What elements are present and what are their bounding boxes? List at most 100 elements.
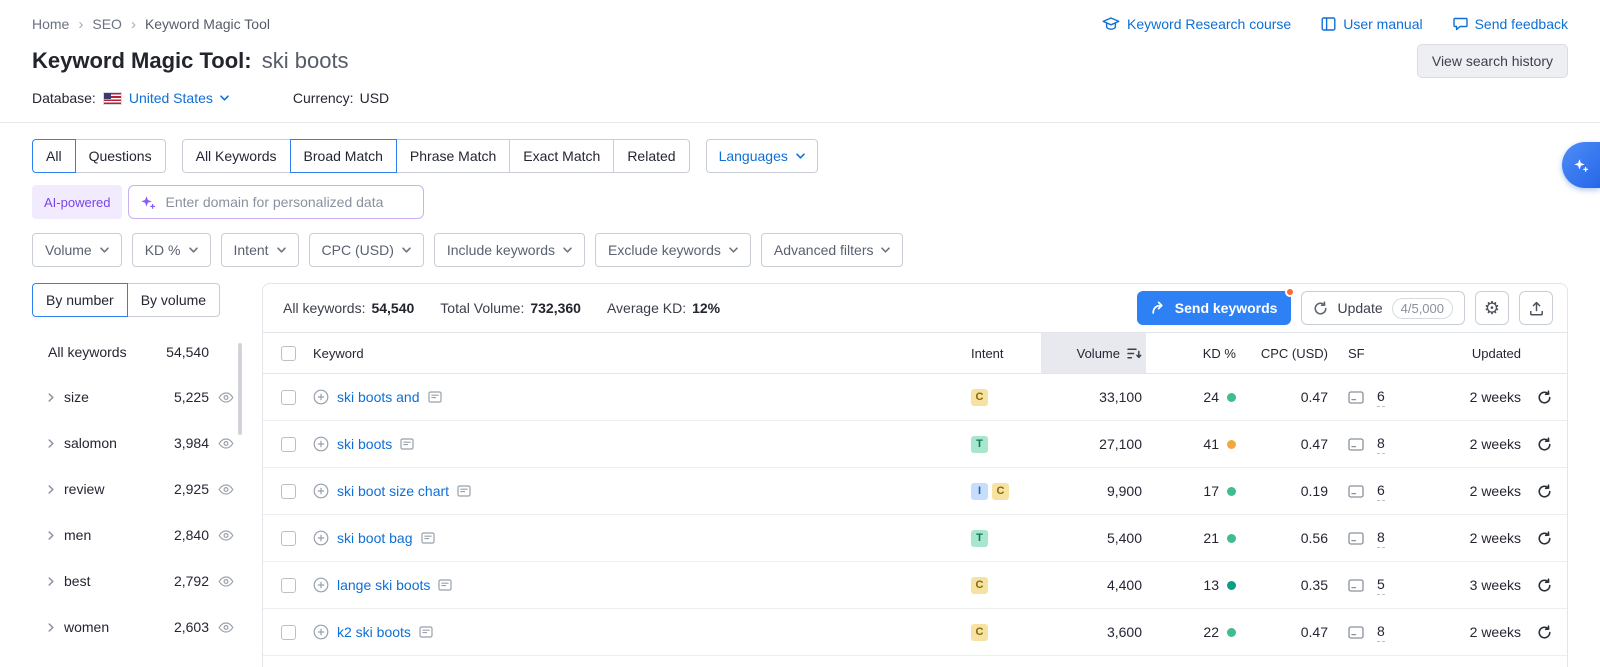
sidebar-scrollbar[interactable] <box>238 343 242 435</box>
keyword-overview-icon[interactable] <box>457 485 471 497</box>
filter-cpc-usd[interactable]: CPC (USD) <box>309 233 424 267</box>
stats-bar: All keywords: 54,540 Total Volume: 732,3… <box>263 284 1567 332</box>
export-button[interactable] <box>1519 291 1553 325</box>
filter-intent[interactable]: Intent <box>221 233 299 267</box>
serp-preview-icon[interactable] <box>1348 579 1364 592</box>
refresh-metrics-icon[interactable] <box>1537 390 1552 405</box>
keyword-link[interactable]: ski boot size chart <box>337 483 449 499</box>
keyword-link[interactable]: ski boots and <box>337 389 420 405</box>
eye-icon[interactable] <box>218 438 234 449</box>
keyword-overview-icon[interactable] <box>400 438 414 450</box>
tab-all[interactable]: All <box>32 139 76 173</box>
refresh-metrics-icon[interactable] <box>1537 531 1552 546</box>
add-keyword-icon[interactable] <box>313 436 329 452</box>
column-header-kd[interactable]: KD % <box>1146 346 1238 361</box>
sidebar-group-men[interactable]: men2,840 <box>48 512 236 558</box>
keyword-link[interactable]: ski boots <box>337 436 392 452</box>
filter-label: CPC (USD) <box>322 242 394 258</box>
tab-exact-match[interactable]: Exact Match <box>509 139 614 173</box>
filter-kd[interactable]: KD % <box>132 233 211 267</box>
eye-icon[interactable] <box>218 576 234 587</box>
column-header-volume[interactable]: Volume <box>1041 333 1146 373</box>
row-checkbox[interactable] <box>281 390 296 405</box>
top-link-keyword-research-course[interactable]: Keyword Research course <box>1102 16 1291 32</box>
column-header-sf[interactable]: SF <box>1330 346 1416 361</box>
volume-cell: 3,600 <box>1041 624 1146 640</box>
column-header-keyword[interactable]: Keyword <box>313 346 971 361</box>
sf-value[interactable]: 8 <box>1377 435 1385 454</box>
filter-include-keywords[interactable]: Include keywords <box>434 233 585 267</box>
keyword-link[interactable]: lange ski boots <box>337 577 430 593</box>
kd-value: 17 <box>1203 483 1219 499</box>
keyword-overview-icon[interactable] <box>419 626 433 638</box>
eye-icon[interactable] <box>218 530 234 541</box>
sidebar-group-best[interactable]: best2,792 <box>48 558 236 604</box>
sf-value[interactable]: 8 <box>1377 529 1385 548</box>
keyword-overview-icon[interactable] <box>421 532 435 544</box>
update-button[interactable]: Update 4/5,000 <box>1301 291 1465 325</box>
eye-icon[interactable] <box>218 622 234 633</box>
sf-value[interactable]: 5 <box>1377 576 1385 595</box>
filter-advanced-filters[interactable]: Advanced filters <box>761 233 904 267</box>
top-link-send-feedback[interactable]: Send feedback <box>1453 16 1568 32</box>
add-keyword-icon[interactable] <box>313 483 329 499</box>
refresh-metrics-icon[interactable] <box>1537 625 1552 640</box>
refresh-metrics-icon[interactable] <box>1537 484 1552 499</box>
sf-value[interactable]: 6 <box>1377 388 1385 407</box>
ai-assistant-button[interactable] <box>1562 142 1600 188</box>
cpc-cell: 0.56 <box>1238 530 1330 546</box>
row-checkbox[interactable] <box>281 625 296 640</box>
row-checkbox[interactable] <box>281 531 296 546</box>
select-all-checkbox[interactable] <box>281 346 296 361</box>
keyword-overview-icon[interactable] <box>438 579 452 591</box>
refresh-metrics-icon[interactable] <box>1537 437 1552 452</box>
sidebar-group-review[interactable]: review2,925 <box>48 466 236 512</box>
domain-input[interactable]: Enter domain for personalized data <box>128 185 424 219</box>
add-keyword-icon[interactable] <box>313 389 329 405</box>
top-link-user-manual[interactable]: User manual <box>1321 16 1422 32</box>
row-checkbox[interactable] <box>281 437 296 452</box>
eye-icon[interactable] <box>218 392 234 403</box>
breadcrumb-item-seo[interactable]: SEO <box>92 16 122 32</box>
breadcrumb-item-home[interactable]: Home <box>32 16 69 32</box>
tab-all-keywords[interactable]: All Keywords <box>182 139 291 173</box>
tab-phrase-match[interactable]: Phrase Match <box>396 139 510 173</box>
column-header-updated[interactable]: Updated <box>1416 346 1521 361</box>
keyword-link[interactable]: ski boot bag <box>337 530 413 546</box>
column-header-cpc[interactable]: CPC (USD) <box>1238 346 1330 361</box>
serp-preview-icon[interactable] <box>1348 532 1364 545</box>
row-checkbox[interactable] <box>281 484 296 499</box>
sidebar-group-salomon[interactable]: salomon3,984 <box>48 420 236 466</box>
send-keywords-button[interactable]: Send keywords <box>1137 291 1292 325</box>
serp-preview-icon[interactable] <box>1348 438 1364 451</box>
settings-button[interactable]: ⚙ <box>1475 291 1509 325</box>
serp-preview-icon[interactable] <box>1348 626 1364 639</box>
sf-value[interactable]: 8 <box>1377 623 1385 642</box>
sidebar-toggle-by-number[interactable]: By number <box>32 283 128 317</box>
eye-icon[interactable] <box>218 484 234 495</box>
keyword-link[interactable]: k2 ski boots <box>337 624 411 640</box>
filter-volume[interactable]: Volume <box>32 233 122 267</box>
database-select[interactable]: United States <box>129 90 229 106</box>
sidebar-group-women[interactable]: women2,603 <box>48 604 236 650</box>
updated-cell: 2 weeks <box>1416 483 1521 499</box>
sidebar-group-size[interactable]: size5,225 <box>48 374 236 420</box>
sidebar-all-keywords-row[interactable]: All keywords 54,540 <box>48 330 236 374</box>
languages-dropdown[interactable]: Languages <box>706 139 818 173</box>
add-keyword-icon[interactable] <box>313 577 329 593</box>
add-keyword-icon[interactable] <box>313 530 329 546</box>
sf-value[interactable]: 6 <box>1377 482 1385 501</box>
add-keyword-icon[interactable] <box>313 624 329 640</box>
column-header-intent[interactable]: Intent <box>971 346 1041 361</box>
keyword-overview-icon[interactable] <box>428 391 442 403</box>
tab-related[interactable]: Related <box>613 139 689 173</box>
filter-exclude-keywords[interactable]: Exclude keywords <box>595 233 751 267</box>
serp-preview-icon[interactable] <box>1348 485 1364 498</box>
serp-preview-icon[interactable] <box>1348 391 1364 404</box>
refresh-metrics-icon[interactable] <box>1537 578 1552 593</box>
sidebar-toggle-by-volume[interactable]: By volume <box>127 283 220 317</box>
tab-questions[interactable]: Questions <box>75 139 166 173</box>
view-search-history-button[interactable]: View search history <box>1417 44 1568 78</box>
row-checkbox[interactable] <box>281 578 296 593</box>
tab-broad-match[interactable]: Broad Match <box>290 139 397 173</box>
